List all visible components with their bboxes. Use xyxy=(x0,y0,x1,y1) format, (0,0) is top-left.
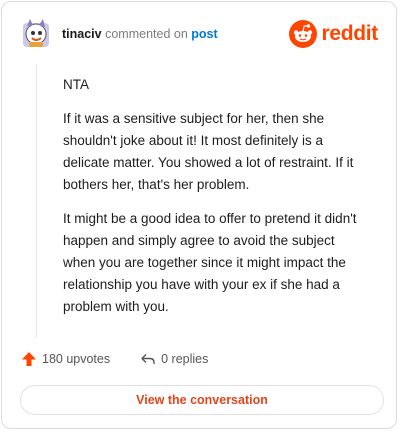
comment-paragraph: It might be a good idea to offer to pret… xyxy=(63,211,357,314)
comment-card: tinaciv commented on post reddit NTA If … xyxy=(1,1,397,429)
brand-wordmark: reddit xyxy=(321,22,378,45)
upvote-count: 180 upvotes xyxy=(42,352,111,366)
comment-paragraph: NTA xyxy=(63,77,89,92)
thread-line xyxy=(36,64,37,338)
comment-header: tinaciv commented on post reddit xyxy=(20,16,378,52)
post-link[interactable]: post xyxy=(191,27,217,41)
reply-arrow-icon xyxy=(141,354,155,364)
reddit-brand[interactable]: reddit xyxy=(289,20,378,48)
replies-button[interactable]: 0 replies xyxy=(140,351,208,367)
reddit-logo-icon xyxy=(289,20,318,48)
reply-count: 0 replies xyxy=(161,352,209,366)
upvote-arrow-icon xyxy=(22,352,36,366)
comment-body: NTA If it was a sensitive subject for he… xyxy=(63,74,363,330)
byline: tinaciv commented on post xyxy=(62,26,218,42)
avatar[interactable] xyxy=(20,16,54,50)
comment-footer: 180 upvotes 0 replies xyxy=(20,347,208,371)
username[interactable]: tinaciv xyxy=(62,27,102,41)
comment-paragraph: If it was a sensitive subject for her, t… xyxy=(63,111,354,192)
action-text: commented on xyxy=(105,27,188,41)
upvote-button[interactable]: 180 upvotes xyxy=(20,350,110,368)
view-conversation-button[interactable]: View the conversation xyxy=(20,385,384,415)
avatar-icon xyxy=(23,19,49,47)
